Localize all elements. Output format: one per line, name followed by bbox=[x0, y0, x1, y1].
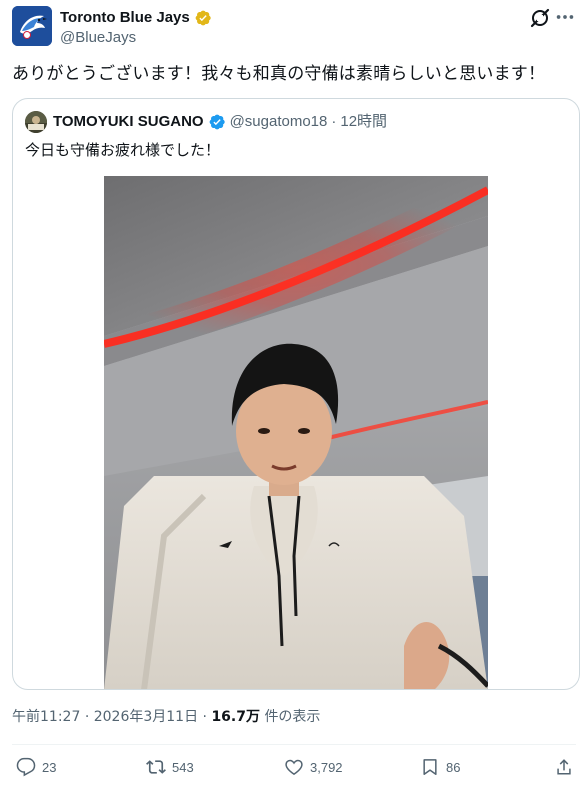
share-icon bbox=[557, 759, 571, 775]
blue-jays-logo-icon bbox=[12, 6, 52, 46]
quoted-avatar[interactable] bbox=[25, 111, 47, 133]
quoted-display-name[interactable]: TOMOYUKI SUGANO bbox=[53, 112, 204, 132]
reply-button[interactable]: 23 bbox=[16, 757, 56, 777]
quoted-text: 今日も守備お疲れ様でした！ bbox=[25, 141, 221, 159]
author-handle[interactable]: @BlueJays bbox=[60, 28, 136, 48]
reply-count: 23 bbox=[42, 759, 57, 775]
meta-separator: · bbox=[84, 709, 90, 725]
quoted-tweet[interactable]: TOMOYUKI SUGANO @sugatomo18 · 12時間 今日も守備… bbox=[12, 98, 580, 690]
views-count: 16.7万 bbox=[211, 709, 260, 725]
photo-person-in-bus bbox=[104, 176, 488, 689]
action-bar: 23 543 3,792 86 bbox=[12, 757, 576, 783]
quoted-name-row: TOMOYUKI SUGANO @sugatomo18 · 12時間 bbox=[53, 112, 387, 132]
tweet-header: Toronto Blue Jays @BlueJays bbox=[12, 6, 576, 48]
gold-check-icon[interactable] bbox=[194, 9, 212, 27]
grok-icon[interactable] bbox=[528, 6, 552, 30]
quoted-handle[interactable]: @sugatomo18 bbox=[230, 112, 328, 132]
bookmark-button[interactable]: 86 bbox=[420, 757, 460, 777]
repost-count: 543 bbox=[172, 759, 194, 775]
blue-check-icon[interactable] bbox=[208, 113, 226, 131]
quoted-photo[interactable] bbox=[104, 176, 488, 689]
more-options-icon[interactable] bbox=[554, 6, 576, 28]
avatar[interactable] bbox=[12, 6, 52, 46]
reply-icon bbox=[16, 757, 36, 777]
heart-icon bbox=[285, 759, 303, 776]
meta-separator-2: · bbox=[202, 709, 207, 725]
author-name-row: Toronto Blue Jays bbox=[60, 8, 212, 28]
repost-icon bbox=[146, 760, 166, 774]
like-button[interactable]: 3,792 bbox=[284, 757, 343, 777]
views-label: 件の表示 bbox=[264, 709, 321, 725]
share-button[interactable] bbox=[554, 757, 580, 777]
author-display-name[interactable]: Toronto Blue Jays bbox=[60, 8, 190, 28]
tweet-date[interactable]: 2026年3月11日 bbox=[94, 709, 198, 725]
tweet-meta: 午前11:27 · 2026年3月11日 · 16.7万 件の表示 bbox=[12, 707, 320, 727]
bookmark-icon bbox=[423, 759, 437, 775]
bookmark-count: 86 bbox=[446, 759, 461, 775]
tweet-time[interactable]: 午前11:27 bbox=[12, 709, 80, 725]
divider bbox=[12, 744, 576, 745]
like-count: 3,792 bbox=[310, 759, 343, 775]
repost-button[interactable]: 543 bbox=[146, 757, 194, 777]
quoted-time[interactable]: 12時間 bbox=[340, 112, 387, 132]
quoted-separator: · bbox=[331, 113, 337, 130]
quoted-avatar-image bbox=[25, 111, 47, 133]
tweet-text: ありがとうございます！我々も和真の守備は素晴らしいと思います！ bbox=[12, 64, 546, 84]
